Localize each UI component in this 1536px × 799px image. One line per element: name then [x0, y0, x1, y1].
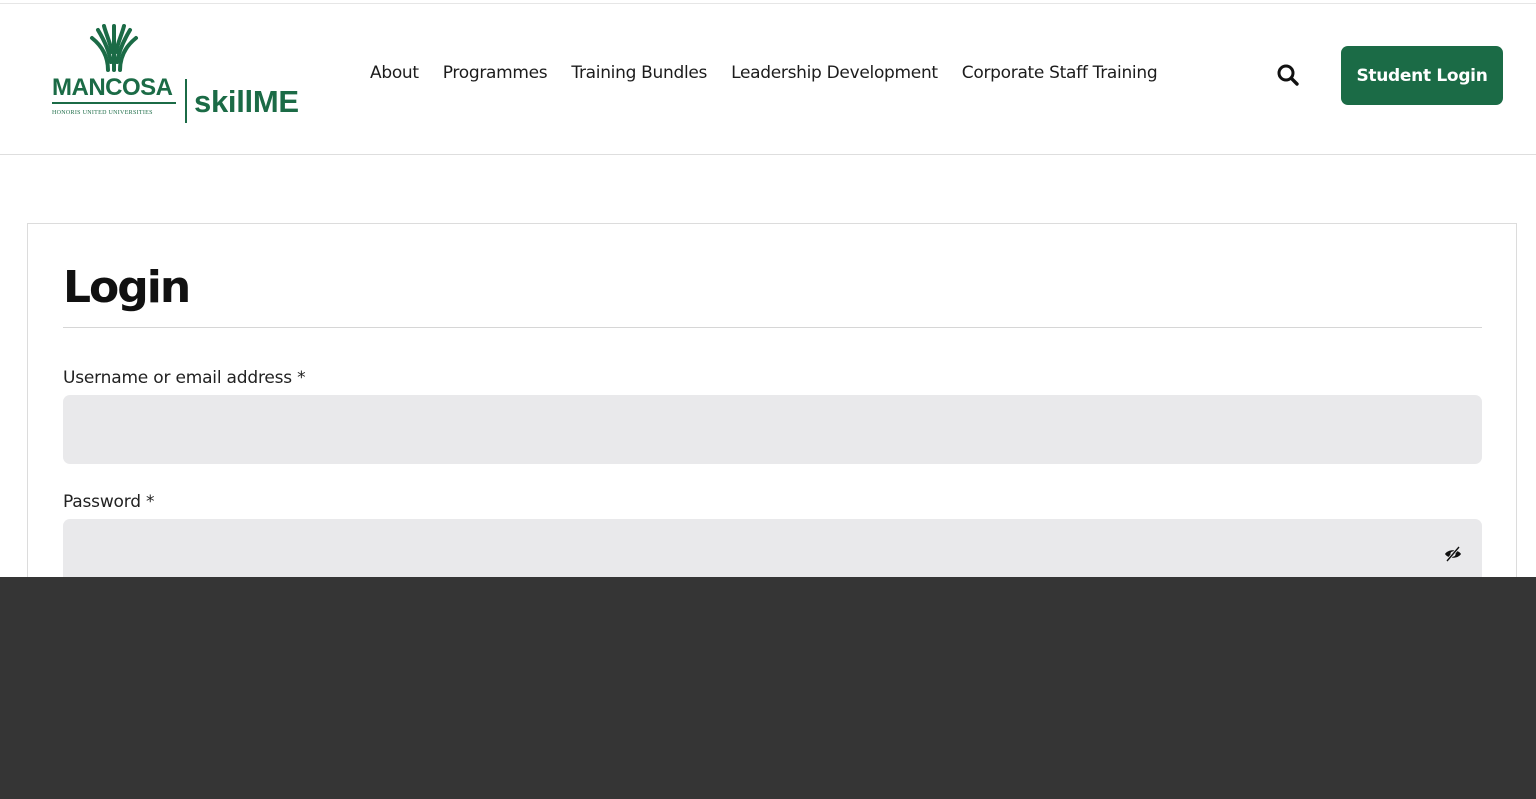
main-nav: About Programmes Training Bundles Leader… — [370, 59, 1158, 87]
dark-overlay-panel — [0, 577, 1536, 799]
nav-item-corporate-staff-training[interactable]: Corporate Staff Training — [962, 63, 1158, 83]
logo-mancosa-text: MANCOSA — [52, 74, 173, 101]
site-logo[interactable]: MANCOSA HONORIS UNITED UNIVERSITIES skil… — [52, 22, 314, 126]
page-title: Login — [63, 262, 191, 313]
logo-underline — [52, 102, 176, 104]
nav-item-about[interactable]: About — [370, 63, 419, 83]
student-login-button[interactable]: Student Login — [1341, 46, 1503, 105]
logo-subline-text: HONORIS UNITED UNIVERSITIES — [52, 110, 153, 116]
title-divider — [63, 327, 1482, 328]
mancosa-tree-logo-mark — [90, 24, 138, 72]
nav-item-leadership-development[interactable]: Leadership Development — [731, 63, 938, 83]
nav-item-programmes[interactable]: Programmes — [443, 63, 548, 83]
eye-slash-icon[interactable] — [1444, 546, 1462, 562]
nav-item-training-bundles[interactable]: Training Bundles — [571, 63, 707, 83]
search-icon[interactable] — [1276, 63, 1300, 87]
site-header: MANCOSA HONORIS UNITED UNIVERSITIES skil… — [0, 4, 1536, 155]
logo-divider — [185, 79, 187, 123]
password-label: Password * — [63, 492, 155, 512]
logo-skillme-text: skillME — [194, 84, 299, 119]
username-input[interactable] — [63, 395, 1482, 464]
username-label: Username or email address * — [63, 368, 306, 388]
